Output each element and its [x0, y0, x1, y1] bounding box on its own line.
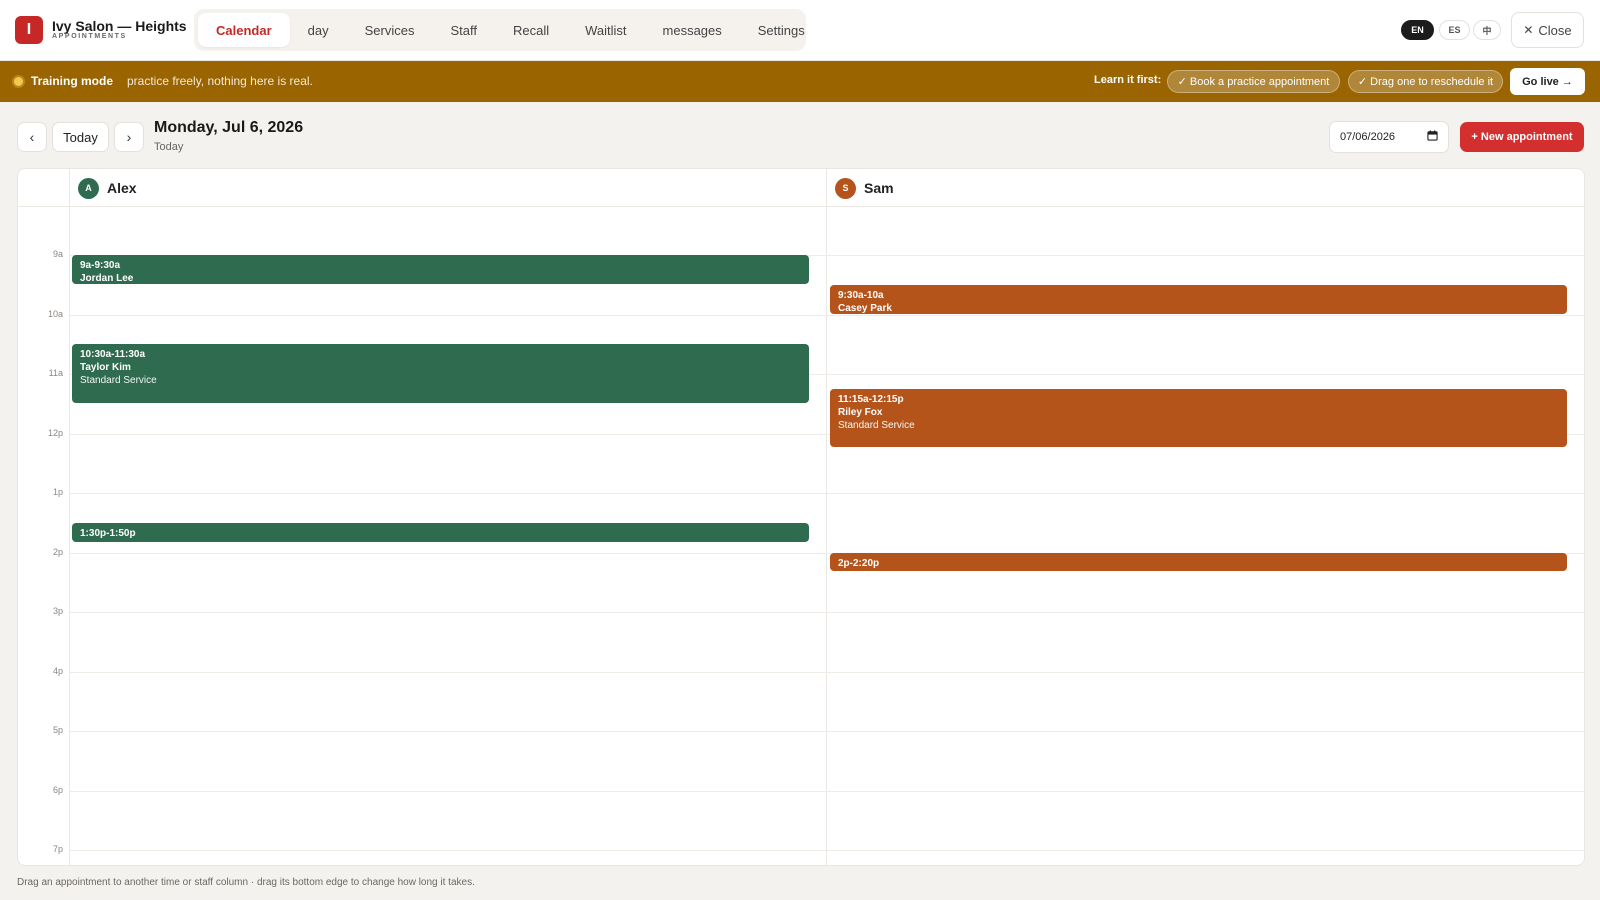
hour-label: 4p: [52, 665, 63, 676]
current-date-title: Monday, Jul 6, 2026: [154, 119, 304, 136]
date-picker-value: 07/06/2026: [1340, 131, 1396, 143]
hour-gridline: [69, 493, 1584, 494]
staff-column-divider: [826, 169, 827, 865]
current-date-subtitle: Today: [154, 141, 184, 153]
learn-label: Learn it first:: [1094, 74, 1162, 86]
appointment-block[interactable]: 11:15a-12:15p Riley Fox Standard Service: [830, 388, 1567, 448]
appointment-time: 1:30p-1:50p: [80, 527, 136, 539]
hour-label: 1p: [52, 487, 63, 497]
next-day-button[interactable]: ›: [114, 122, 144, 152]
lang-es-button[interactable]: ES: [1439, 20, 1470, 40]
close-button[interactable]: ✕ Close: [1511, 12, 1584, 48]
appointment-block[interactable]: 1:30p-1:50p: [72, 522, 809, 542]
hour-label: 11a: [48, 368, 63, 378]
go-live-button[interactable]: Go live →: [1510, 68, 1585, 95]
appointment-client: Jordan Lee: [80, 273, 134, 284]
hour-label: 2p: [52, 546, 63, 557]
tab-day[interactable]: day: [290, 13, 347, 47]
hour-gridline: [69, 731, 1584, 732]
avatar: A: [78, 177, 99, 199]
prev-day-button[interactable]: ‹: [17, 122, 47, 152]
lang-en-button[interactable]: EN: [1401, 20, 1434, 40]
app-section-label: APPOINTMENTS: [52, 33, 127, 40]
training-indicator-icon: [14, 77, 23, 86]
date-picker-input[interactable]: 07/06/2026: [1329, 121, 1449, 153]
lang-zh-button[interactable]: 中: [1473, 20, 1501, 40]
new-appointment-button[interactable]: + New appointment: [1460, 122, 1584, 152]
appointment-client: Casey Park: [838, 302, 892, 314]
close-label: Close: [1538, 22, 1572, 38]
hour-gridline: [69, 850, 1584, 851]
close-icon: ✕: [1523, 23, 1534, 37]
hour-label: 10a: [47, 308, 63, 319]
appointment-block[interactable]: 9a-9:30a Jordan Lee: [72, 255, 809, 284]
staff-column-header-alex: A Alex: [78, 169, 137, 207]
staff-column-header-sam: S Sam: [835, 169, 894, 207]
hour-label: 7p: [52, 844, 63, 854]
hour-label: 9a: [52, 249, 63, 259]
salon-logo: I: [15, 16, 43, 44]
chevron-left-icon: ‹: [29, 129, 35, 145]
hour-gridline: [69, 790, 1584, 792]
appointment-time: 10:30a-11:30a: [80, 349, 146, 361]
salon-name: Ivy Salon — Heights: [52, 18, 187, 34]
appointment-time: 9a-9:30a: [80, 260, 121, 271]
tab-staff[interactable]: Staff: [432, 13, 495, 47]
hour-label: 6p: [52, 784, 63, 795]
tab-recall[interactable]: Recall: [495, 13, 567, 47]
today-button[interactable]: Today: [52, 122, 109, 152]
tab-waitlist[interactable]: Waitlist: [567, 13, 644, 47]
hour-gridline: [69, 612, 1584, 613]
appointment-time: 2p-2:20p: [838, 557, 880, 569]
drag-hint: Drag an appointment to another time or s…: [17, 877, 475, 888]
tab-services[interactable]: Services: [347, 13, 433, 47]
time-gutter-divider: [69, 169, 70, 865]
hour-label: 12p: [47, 427, 63, 438]
calendar-icon: [1427, 130, 1438, 144]
hour-label: 5p: [52, 725, 63, 735]
appointment-service: Standard Service: [80, 375, 157, 387]
appointment-block[interactable]: 2p-2:20p: [830, 552, 1567, 572]
tab-calendar[interactable]: Calendar: [198, 13, 290, 47]
hour-gridline: [69, 314, 1584, 316]
appointment-client: Riley Fox: [838, 406, 883, 418]
appointment-client: Taylor Kim: [80, 362, 131, 374]
tab-messages[interactable]: messages: [645, 13, 740, 47]
staff-name: Alex: [107, 180, 137, 196]
tab-settings[interactable]: Settings: [740, 13, 823, 47]
hour-label: 3p: [52, 606, 63, 616]
training-message: practice freely, nothing here is real.: [127, 74, 313, 88]
staff-name: Sam: [864, 180, 894, 196]
avatar: S: [835, 177, 856, 199]
task-drag-reschedule-button[interactable]: ✓ Drag one to reschedule it: [1348, 70, 1503, 93]
appointment-block[interactable]: 9:30a-10a Casey Park: [830, 284, 1567, 314]
training-banner: Training mode practice freely, nothing h…: [0, 61, 1600, 102]
app-header: I Ivy Salon — Heights APPOINTMENTS Calen…: [0, 0, 1600, 61]
appointment-service: Standard Service: [838, 419, 915, 431]
training-mode-label: Training mode: [31, 74, 114, 88]
main-nav: Calendar day Services Staff Recall Waitlist me…: [194, 9, 806, 51]
calendar-header: A Alex S Sam: [18, 169, 1584, 207]
appointment-block[interactable]: 10:30a-11:30a Taylor Kim Standard Service: [72, 344, 809, 403]
appointment-time: 9:30a-10a: [838, 289, 884, 301]
task-book-practice-button[interactable]: ✓ Book a practice appointment: [1167, 70, 1340, 93]
appointment-time: 11:15a-12:15p: [838, 393, 904, 405]
hour-gridline: [69, 671, 1584, 673]
chevron-right-icon: ›: [126, 129, 132, 145]
day-calendar: A Alex S Sam 9a 10a 11a 12p 1p 2p 3p 4p 5p 6p 7p 9a…: [17, 168, 1585, 866]
